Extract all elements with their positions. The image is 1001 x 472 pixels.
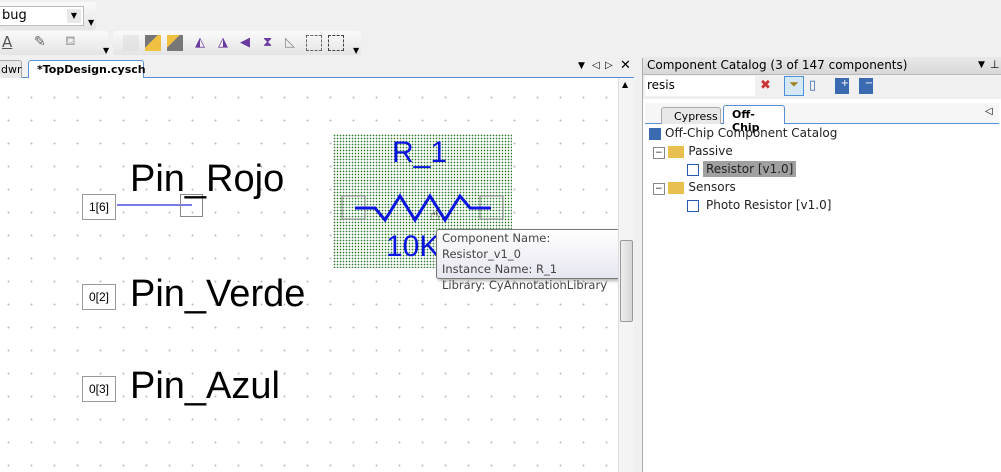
collapse-icon[interactable]: − — [653, 147, 665, 159]
component-icon — [687, 163, 699, 176]
scroll-up-icon[interactable]: ▲ — [622, 80, 628, 89]
search-input[interactable]: resis — [645, 76, 755, 96]
book-icon[interactable]: ▯ — [809, 78, 816, 93]
group-icon[interactable] — [306, 35, 322, 51]
close-icon[interactable]: ✕ — [620, 58, 631, 73]
resistor-symbol — [341, 193, 504, 223]
clear-search-icon[interactable]: ✖ — [760, 78, 771, 93]
tab-dwr[interactable]: dwr — [0, 60, 22, 78]
collapse-icon[interactable]: − — [653, 183, 665, 195]
send-to-back-icon[interactable] — [167, 35, 183, 51]
component-value: 10K — [386, 230, 440, 263]
tab-scroll-icon[interactable]: ◁ — [985, 106, 993, 117]
flip-horizontal-icon[interactable]: ⧗ — [263, 35, 279, 51]
pin-name[interactable]: Pin_Azul — [130, 365, 280, 408]
collapse-all-icon[interactable]: − — [859, 78, 873, 94]
instance-name: R_1 — [392, 136, 448, 169]
ungroup-icon[interactable] — [328, 35, 344, 51]
catalog-icon — [649, 127, 661, 140]
chevron-down-icon[interactable]: ▼ — [67, 9, 81, 23]
toolbar-overflow-icon[interactable]: ▼ — [88, 18, 94, 27]
tree-group-passive[interactable]: − Passive — [653, 143, 733, 160]
tree-item-resistor[interactable]: Resistor [v1.0] — [687, 161, 797, 178]
tab-cypress[interactable]: Cypress — [661, 107, 721, 124]
document-tab-strip: dwr *TopDesign.cysch ▼ ◁ ▷ ✕ — [0, 58, 634, 79]
bring-to-front-icon[interactable] — [145, 35, 161, 51]
component-catalog-panel: Component Catalog (3 of 147 components) … — [643, 57, 1001, 472]
folder-icon — [668, 181, 685, 194]
tab-list-icon[interactable]: ▼ — [578, 61, 585, 71]
tab-off-chip[interactable]: Off-Chip — [723, 105, 785, 134]
font-color-icon[interactable]: A — [2, 33, 12, 51]
fill-color-icon[interactable]: ⛾ — [65, 34, 76, 51]
pin-name[interactable]: Pin_Verde — [130, 273, 305, 316]
tree-root[interactable]: Off-Chip Component Catalog — [649, 125, 837, 142]
tree-group-sensors[interactable]: − Sensors — [653, 179, 736, 196]
format-toolbar — [0, 31, 108, 55]
pin-port-box[interactable]: 1[6] — [82, 194, 116, 220]
catalog-tabs: Cypress Off-Chip ◁ — [645, 103, 999, 134]
panel-menu-icon[interactable]: ▼ — [978, 60, 985, 70]
search-row: resis ✖ ⏷ ▯ + − — [643, 75, 1001, 99]
line-color-icon[interactable]: ✎ — [34, 34, 46, 50]
pin-port-box[interactable]: 0[3] — [82, 376, 116, 402]
rotate-right-icon[interactable]: ◮ — [218, 35, 234, 51]
rotate-left-icon[interactable]: ◭ — [195, 35, 211, 51]
pin-name[interactable]: Pin_Rojo — [130, 158, 284, 201]
toolbar-overflow-icon[interactable]: ▼ — [103, 46, 109, 55]
align-icon[interactable]: ◺ — [285, 35, 301, 51]
component-tooltip: Component Name: Resistor_v1_0 Instance N… — [436, 229, 620, 292]
config-combo[interactable]: bug ▼ — [0, 6, 84, 26]
format-painter-icon[interactable] — [123, 35, 139, 51]
folder-icon — [668, 145, 685, 158]
tree-item-photo-resistor[interactable]: Photo Resistor [v1.0] — [687, 197, 834, 214]
hand-cursor-icon: ☝ — [430, 205, 440, 224]
component-icon — [687, 199, 699, 212]
flip-vertical-icon[interactable]: ◀ — [240, 35, 256, 51]
scroll-right-icon[interactable]: ▷ — [605, 60, 613, 71]
pin-icon[interactable]: ⊥ — [990, 58, 1000, 71]
expand-all-icon[interactable]: + — [835, 78, 849, 94]
scrollbar-thumb[interactable] — [620, 240, 633, 322]
tab-topdesign[interactable]: *TopDesign.cysch — [28, 60, 146, 79]
panel-header: Component Catalog (3 of 147 components) … — [643, 57, 1001, 75]
panel-splitter[interactable] — [634, 58, 643, 472]
filter-icon[interactable]: ⏷ — [784, 76, 804, 96]
scroll-left-icon[interactable]: ◁ — [592, 60, 600, 71]
pin-port-box[interactable]: 0[2] — [82, 284, 116, 310]
toolbar-overflow-icon[interactable]: ▼ — [353, 46, 359, 55]
vertical-scrollbar[interactable]: ▲ — [618, 78, 634, 472]
